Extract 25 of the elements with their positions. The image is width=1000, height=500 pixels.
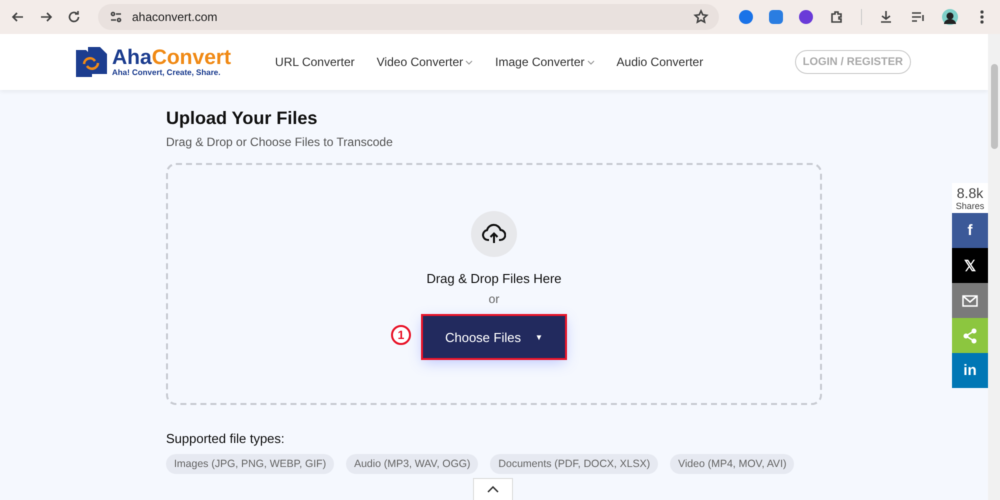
x-share-button[interactable]: 𝕏: [952, 248, 988, 283]
url-text: ahaconvert.com: [132, 10, 218, 24]
address-bar[interactable]: ahaconvert.com: [98, 4, 719, 30]
nav-link[interactable]: Audio Converter: [616, 55, 704, 69]
or-text: or: [488, 292, 500, 306]
nav-link[interactable]: URL Converter: [275, 55, 355, 69]
file-type-tag: Images (JPG, PNG, WEBP, GIF): [166, 454, 334, 474]
drop-zone[interactable]: Drag & Drop Files Here or 1 Choose Files ▼: [166, 163, 822, 405]
facebook-share-button[interactable]: f: [952, 213, 988, 248]
shares-label: Shares: [954, 201, 986, 211]
drop-text: Drag & Drop Files Here: [426, 271, 562, 286]
nav-link[interactable]: Image Converter: [495, 55, 595, 69]
share-count: 8.8k: [956, 185, 984, 201]
step-marker: 1: [391, 325, 411, 345]
section-title: Upload Your Files: [166, 108, 318, 129]
choose-files-button[interactable]: Choose Files ▼: [423, 316, 565, 358]
file-type-tag: Audio (MP3, WAV, OGG): [346, 454, 478, 474]
section-subtitle: Drag & Drop or Choose Files to Transcode: [166, 135, 394, 149]
logo-tagline: Aha! Convert, Create, Share.: [112, 68, 222, 77]
file-type-tag: Documents (PDF, DOCX, XLSX): [490, 454, 658, 474]
supported-types-title: Supported file types:: [166, 431, 286, 446]
file-type-tag: Video (MP4, MOV, AVI): [670, 454, 794, 474]
nav-link[interactable]: Video Converter: [376, 55, 474, 69]
linkedin-share-button[interactable]: in: [952, 353, 988, 388]
logo-text[interactable]: AhaConvert: [112, 47, 232, 68]
